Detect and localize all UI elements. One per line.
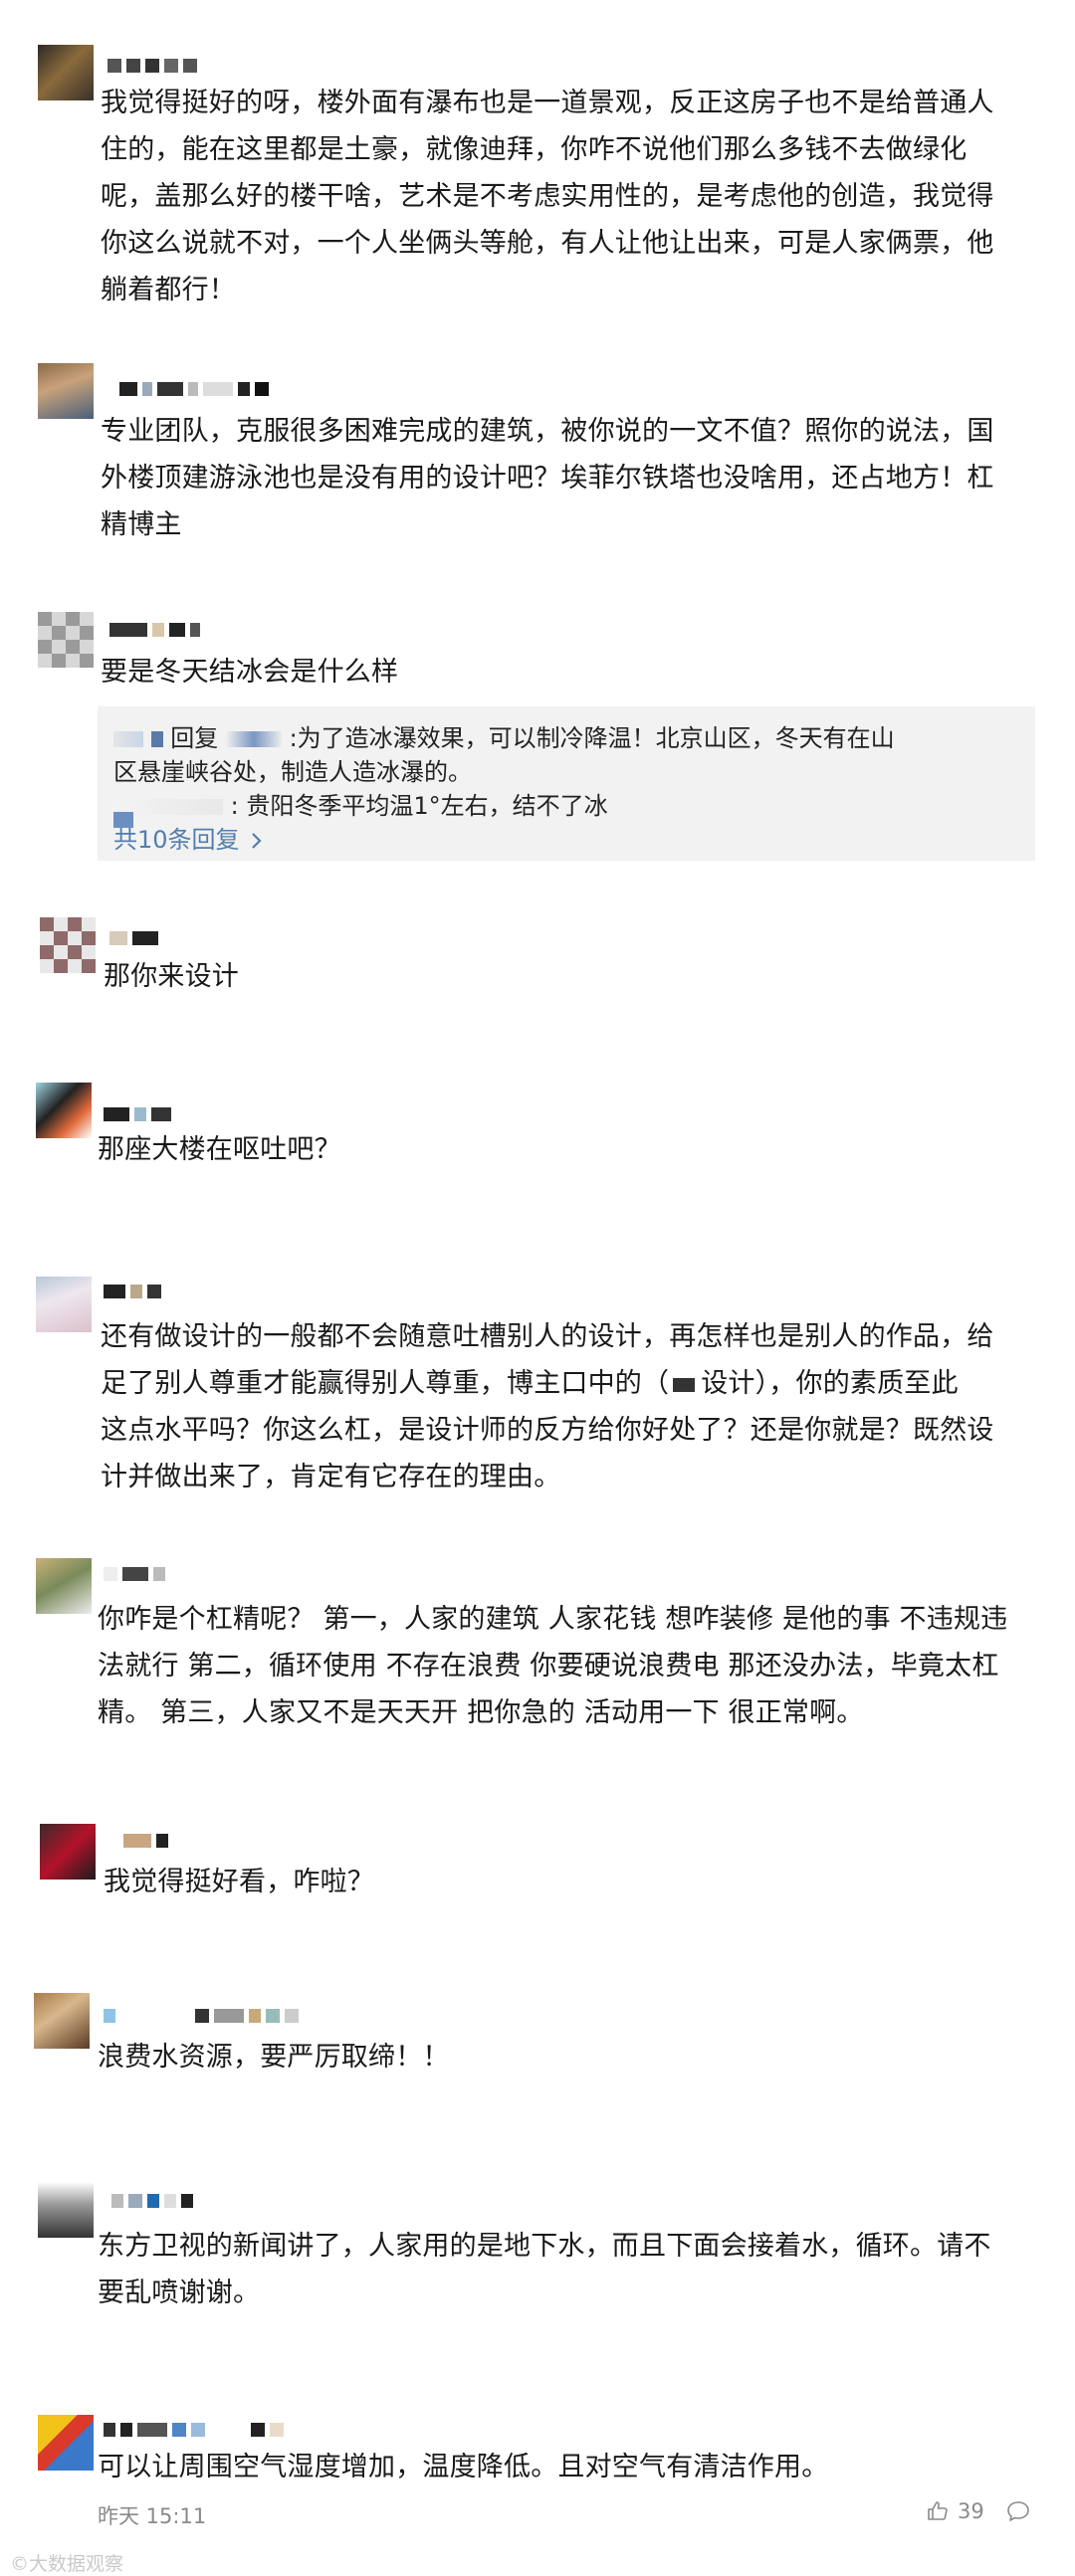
comment-line: 足了别人尊重才能赢得别人尊重，博主口中的（ 设计），你的素质至此: [101, 1360, 994, 1407]
username-blurred[interactable]: [111, 2193, 193, 2209]
comment-line: 计并做出来了，肯定有它存在的理由。: [101, 1462, 561, 1492]
avatar[interactable]: [36, 1277, 92, 1332]
comment-line: 精。 第三，人家又不是天天开 把你急的 活动用一下 很正常啊。: [98, 1697, 864, 1728]
like-count: 39: [958, 2499, 984, 2523]
comment-line-part: 足了别人尊重才能赢得别人尊重，博主口中的（: [101, 1368, 670, 1399]
username-blurred[interactable]: [119, 381, 269, 397]
comment-line: 还有做设计的一般都不会随意吐槽别人的设计，再怎样也是别人的作品，给: [101, 1321, 994, 1352]
more-replies-label: 共10条回复: [113, 826, 240, 854]
comment-line: 你咋是个杠精呢？ 第一，人家的建筑 人家花钱 想咋装修 是他的事 不违规违: [98, 1604, 1008, 1635]
comment-line: 要乱喷谢谢。: [98, 2278, 261, 2308]
username-blurred[interactable]: [108, 58, 197, 74]
chevron-right-icon: [252, 833, 262, 849]
reply-item[interactable]: 回复 :为了造冰瀑效果，可以制冷降温！北京山区，冬天有在山: [113, 718, 895, 753]
comment-line: 浪费水资源，要严厉取缔！！: [98, 2042, 450, 2073]
reply-box[interactable]: 回复 :为了造冰瀑效果，可以制冷降温！北京山区，冬天有在山 区悬崖峡谷处，制造人…: [98, 706, 1035, 861]
reply-text: :为了造冰瀑效果，可以制冷降温！北京山区，冬天有在山: [289, 724, 895, 752]
reply-word: 回复: [170, 724, 219, 752]
comment-text: 还有做设计的一般都不会随意吐槽别人的设计，再怎样也是别人的作品，给 足了别人尊重…: [101, 1313, 994, 1500]
avatar[interactable]: [38, 2415, 94, 2471]
username-blurred[interactable]: [109, 930, 158, 946]
comment-line: 法就行 第二，循环使用 不存在浪费 你要硬说浪费电 那还没办法，毕竟太杠: [98, 1651, 999, 1682]
avatar[interactable]: [40, 1824, 96, 1880]
comment-text: 我觉得挺好的呀，楼外面有瀑布也是一道景观，反正这房子也不是给普通人 住的，能在这…: [101, 80, 994, 313]
comment-line: 外楼顶建游泳池也是没有用的设计吧？埃菲尔铁塔也没啥用，还占地方！杠: [101, 463, 994, 494]
comment-line: 这点水平吗？你这么杠，是设计师的反方给你好处了？还是你就是？既然设: [101, 1415, 994, 1446]
comment-text: 东方卫视的新闻讲了，人家用的是地下水，而且下面会接着水，循环。请不 要乱喷谢谢。: [98, 2223, 991, 2316]
username-blurred[interactable]: [123, 1833, 168, 1849]
comment-line: 可以让周围空气湿度增加，温度降低。且对空气有清洁作用。: [98, 2452, 829, 2482]
more-replies-link[interactable]: 共10条回复: [113, 820, 263, 855]
reply-username-blurred[interactable]: [113, 731, 143, 747]
avatar[interactable]: [38, 2182, 94, 2238]
comment-line: 那座大楼在呕吐吧？: [98, 1134, 341, 1165]
comment-line: 那你来设计: [104, 961, 239, 992]
thumbs-up-icon: [928, 2501, 948, 2520]
avatar[interactable]: [36, 1083, 92, 1138]
redacted-block: [673, 1377, 696, 1392]
comment-button[interactable]: [1005, 2499, 1031, 2523]
username-blurred[interactable]: [104, 1284, 161, 1299]
comment-line-part: 设计），你的素质至此: [701, 1368, 959, 1399]
comment-line: 专业团队，克服很多困难完成的建筑，被你说的一文不值？照你的说法，国: [101, 416, 994, 447]
comment-line: 我觉得挺好看，咋啦？: [104, 1867, 374, 1897]
username-blurred[interactable]: [104, 1566, 165, 1582]
comment-text: 你咋是个杠精呢？ 第一，人家的建筑 人家花钱 想咋装修 是他的事 不违规违 法就…: [98, 1596, 1007, 1736]
comment-line: 你这么说就不对，一个人坐俩头等舱，有人让他让出来，可是人家俩票，他: [101, 228, 994, 259]
comment-text: 浪费水资源，要严厉取缔！！: [98, 2034, 450, 2081]
comment-timestamp: 昨天 15:11: [98, 2504, 207, 2528]
comment-bubble-icon: [1007, 2501, 1029, 2521]
avatar[interactable]: [38, 45, 94, 100]
comment-line: 精博主: [101, 509, 182, 540]
avatar[interactable]: [36, 1558, 92, 1614]
avatar[interactable]: [34, 1993, 90, 2049]
like-button[interactable]: 39: [926, 2499, 984, 2523]
comment-line: 住的，能在这里都是土豪，就像迪拜，你咋不说他们那么多钱不去做绿化: [101, 134, 968, 165]
avatar[interactable]: [40, 917, 96, 973]
watermark: ©大数据观察: [10, 2553, 124, 2575]
reply-username-blurred[interactable]: [150, 731, 163, 747]
username-blurred[interactable]: [104, 2008, 299, 2024]
comment-line: 呢，盖那么好的楼干啥，艺术是不考虑实用性的，是考虑他的创造，我觉得: [101, 181, 994, 212]
comment-text: 要是冬天结冰会是什么样: [101, 649, 398, 695]
reply-target-blurred[interactable]: [225, 731, 282, 747]
comment-text: 可以让周围空气湿度增加，温度降低。且对空气有清洁作用。: [98, 2444, 828, 2490]
comment-text: 我觉得挺好看，咋啦？: [104, 1859, 374, 1905]
comment-line: 我觉得挺好的呀，楼外面有瀑布也是一道景观，反正这房子也不是给普通人: [101, 88, 994, 118]
username-blurred[interactable]: [109, 622, 200, 638]
comment-text: 专业团队，克服很多困难完成的建筑，被你说的一文不值？照你的说法，国 外楼顶建游泳…: [101, 408, 994, 548]
avatar[interactable]: [38, 363, 94, 419]
reply-item[interactable]: : 贵阳冬季平均温1°左右，结不了冰: [113, 786, 608, 821]
comment-line: 要是冬天结冰会是什么样: [101, 657, 399, 688]
comment-text: 那你来设计: [104, 953, 239, 1000]
username-blurred[interactable]: [104, 1106, 171, 1122]
reply-text-continued: 区悬崖峡谷处，制造人造冰瀑的。: [113, 758, 472, 786]
username-blurred[interactable]: [104, 2422, 284, 2438]
reply-text: : 贵阳冬季平均温1°左右，结不了冰: [230, 792, 608, 820]
comment-line: 躺着都行！: [101, 275, 236, 305]
comment-text: 那座大楼在呕吐吧？: [98, 1126, 341, 1173]
avatar[interactable]: [38, 612, 94, 668]
comment-line: 东方卫视的新闻讲了，人家用的是地下水，而且下面会接着水，循环。请不: [98, 2231, 991, 2262]
